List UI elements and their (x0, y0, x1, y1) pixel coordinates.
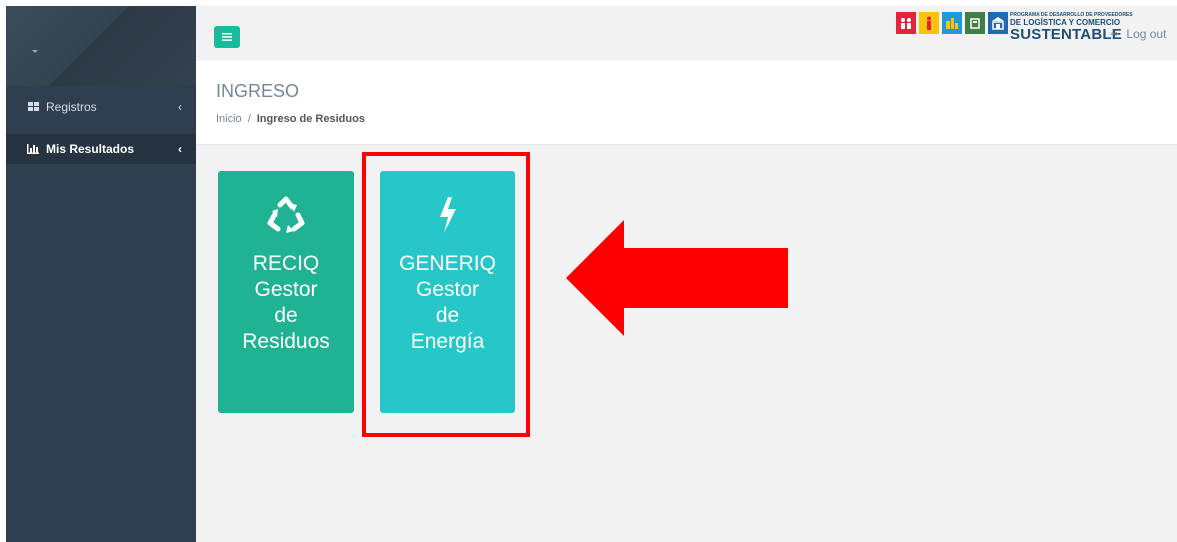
tile-subtitle-line: de (274, 304, 298, 327)
sidebar-item-label: Registros (46, 100, 97, 114)
city-icon (942, 12, 962, 34)
hamburger-icon (222, 33, 232, 41)
sign-out-icon: ⇒ (1110, 28, 1119, 40)
tile-title: RECIQ (252, 252, 320, 275)
breadcrumb-home[interactable]: Inicio (216, 113, 242, 125)
breadcrumb-separator: / (247, 113, 251, 125)
top-navbar: PROGRAMA DE DESARROLLO DE PROVEEDORES DE… (196, 6, 1177, 61)
people-icon (896, 12, 916, 34)
factory-icon (965, 12, 985, 34)
logout-link[interactable]: ⇒ Log out (1110, 27, 1166, 41)
sidebar-item-registros[interactable]: Registros ‹ (6, 92, 196, 122)
arrow-left-icon (566, 220, 788, 336)
tile-subtitle-line: Residuos (242, 330, 330, 353)
sidebar-item-label: Mis Resultados (46, 142, 135, 156)
breadcrumb: Inicio / Ingreso de Residuos (216, 113, 365, 125)
tile-subtitle-line: Gestor (254, 278, 318, 301)
page-header: INGRESO Inicio / Ingreso de Residuos (196, 61, 1177, 145)
building-icon (988, 12, 1008, 34)
logo-text-title: SUSTENTABLE (1010, 26, 1122, 43)
grid-icon (26, 102, 40, 112)
chevron-left-icon: ‹ (178, 142, 182, 156)
highlight-box (362, 152, 530, 437)
program-logo: PROGRAMA DE DESARROLLO DE PROVEEDORES DE… (896, 12, 1133, 43)
reciq-tile[interactable]: RECIQ Gestor de Residuos (218, 171, 354, 413)
chevron-left-icon: ‹ (178, 100, 182, 114)
menu-toggle-button[interactable] (214, 26, 240, 48)
recycle-icon (218, 195, 354, 239)
worker-icon (919, 12, 939, 34)
sidebar-item-mis-resultados[interactable]: Mis Resultados ‹ (6, 134, 196, 164)
bar-chart-icon (26, 144, 40, 154)
page-title: INGRESO (216, 81, 300, 101)
logout-label: Log out (1126, 27, 1167, 41)
caret-down-icon[interactable] (32, 50, 38, 53)
main-content: RECIQ Gestor de Residuos GENERIQ Gestor … (196, 145, 1177, 542)
breadcrumb-current: Ingreso de Residuos (256, 113, 365, 125)
sidebar: Registros ‹ Mis Resultados ‹ (6, 6, 196, 542)
sidebar-profile-area (6, 6, 196, 86)
